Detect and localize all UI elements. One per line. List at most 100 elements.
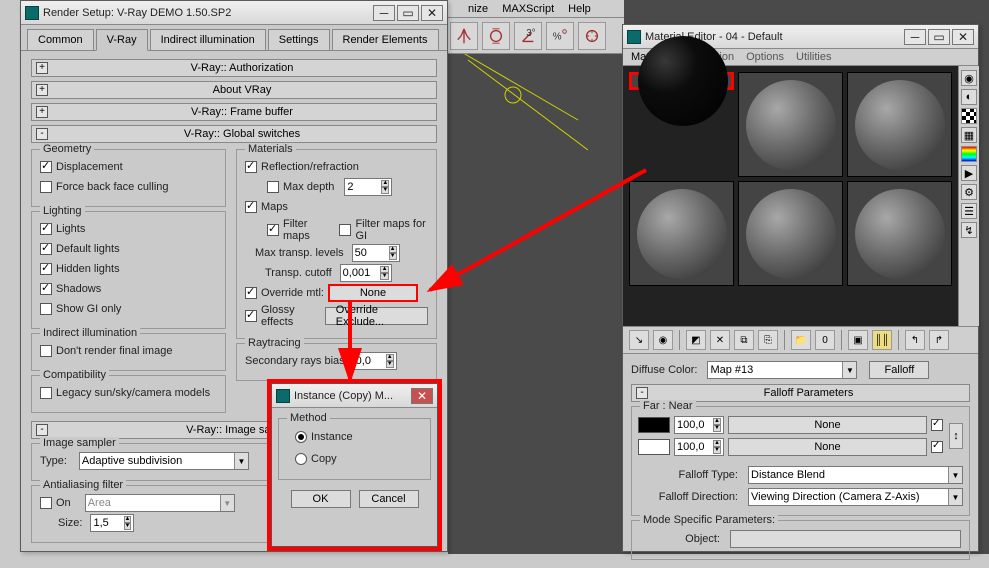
make-unique-icon[interactable]: ⎘ [758,330,778,350]
get-material-icon[interactable]: ↘ [629,330,649,350]
instance-dialog-titlebar[interactable]: Instance (Copy) M... ✕ [272,384,437,408]
put-material-icon[interactable]: ◉ [653,330,673,350]
maps-checkbox[interactable] [245,201,257,213]
lights-checkbox[interactable] [40,223,52,235]
material-slot-4[interactable] [629,181,734,286]
default-lights-checkbox[interactable] [40,243,52,255]
toolbar-align-icon[interactable] [482,22,510,50]
shadows-checkbox[interactable] [40,283,52,295]
displacement-checkbox[interactable] [40,161,52,173]
max-depth-spinner[interactable]: ▲▼ [344,178,392,196]
toolbar-spinner-icon[interactable] [578,22,606,50]
close-button[interactable]: ✕ [952,29,974,45]
near-map-checkbox[interactable] [931,441,943,453]
max-depth-checkbox[interactable] [267,181,279,193]
material-slot-1[interactable] [629,72,734,90]
menu-utilities[interactable]: Utilities [796,51,831,63]
backlight-icon[interactable]: ◐ [961,89,977,105]
filter-maps-checkbox[interactable] [267,224,279,236]
put-library-icon[interactable]: 📁 [791,330,811,350]
options-icon[interactable]: ⚙ [961,184,977,200]
far-map-button[interactable]: None [728,416,927,434]
far-map-checkbox[interactable] [931,419,943,431]
legacy-checkbox[interactable] [40,387,52,399]
sampler-type-select[interactable]: Adaptive subdivision▼ [79,452,249,470]
override-mtl-checkbox[interactable] [245,287,257,299]
make-copy-icon[interactable]: ⧉ [734,330,754,350]
toolbar-angle-icon[interactable]: 3° [514,22,542,50]
falloff-direction-select[interactable]: Viewing Direction (Camera Z-Axis)▼ [748,488,963,506]
close-button[interactable]: ✕ [421,5,443,21]
rollout-about[interactable]: +About VRay [31,81,437,99]
toolbar-mirror-icon[interactable] [450,22,478,50]
menu-maxscript[interactable]: MAXScript [502,3,554,15]
instance-radio[interactable] [295,431,307,443]
assign-selection-icon[interactable]: ◩ [686,330,706,350]
map-name-select[interactable]: Map #13▼ [707,361,857,379]
minimize-button[interactable]: ─ [904,29,926,45]
material-slot-6[interactable] [847,181,952,286]
make-preview-icon[interactable]: ▶ [961,165,977,181]
tab-common[interactable]: Common [27,29,94,50]
sample-type-icon[interactable]: ◉ [961,70,977,86]
falloff-type-select[interactable]: Distance Blend▼ [748,466,963,484]
close-button[interactable]: ✕ [411,388,433,404]
copy-radio[interactable] [295,453,307,465]
maximize-button[interactable]: ▭ [928,29,950,45]
go-forward-icon[interactable]: ↱ [929,330,949,350]
filter-maps-gi-checkbox[interactable] [339,224,351,236]
max-transp-spinner[interactable]: ▲▼ [352,244,400,262]
maximize-button[interactable]: ▭ [397,5,419,21]
tab-render-elements[interactable]: Render Elements [332,29,439,50]
near-map-button[interactable]: None [728,438,927,456]
minimize-button[interactable]: ─ [373,5,395,21]
svg-text:%: % [553,31,562,42]
menu-help[interactable]: Help [568,3,591,15]
tab-indirect[interactable]: Indirect illumination [150,29,266,50]
map-type-button[interactable]: Falloff [869,361,929,379]
reset-map-icon[interactable]: ✕ [710,330,730,350]
material-map-nav-icon[interactable]: ↯ [961,222,977,238]
material-slot-5[interactable] [738,181,843,286]
show-gi-only-checkbox[interactable] [40,303,52,315]
cancel-button[interactable]: Cancel [359,490,419,508]
color-swatch-near[interactable] [638,439,670,455]
swap-colors-icon[interactable]: ↕ [949,423,963,449]
video-color-icon[interactable] [961,146,977,162]
near-amount-spinner[interactable]: ▲▼ [674,438,724,456]
reflection-checkbox[interactable] [245,161,257,173]
force-back-face-checkbox[interactable] [40,181,52,193]
object-pick-button[interactable] [730,530,961,548]
glossy-effects-checkbox[interactable] [245,310,257,322]
go-parent-icon[interactable]: ↰ [905,330,925,350]
material-slot-2[interactable] [738,72,843,177]
rollout-authorization[interactable]: +V-Ray:: Authorization [31,59,437,77]
aa-method-select: Area▼ [85,494,235,512]
aa-on-checkbox[interactable] [40,497,52,509]
menu-unknown[interactable]: nize [468,3,488,15]
rollout-framebuffer[interactable]: +V-Ray:: Frame buffer [31,103,437,121]
override-exclude-button[interactable]: Override Exclude... [325,307,428,325]
show-map-icon[interactable]: ▣ [848,330,868,350]
select-by-material-icon[interactable]: ☰ [961,203,977,219]
hidden-lights-checkbox[interactable] [40,263,52,275]
far-amount-spinner[interactable]: ▲▼ [674,416,724,434]
dont-render-final-checkbox[interactable] [40,345,52,357]
ok-button[interactable]: OK [291,490,351,508]
show-end-result-icon[interactable]: ║║ [872,330,892,350]
aa-size-spinner[interactable]: ▲▼ [90,514,134,532]
background-icon[interactable] [961,108,977,124]
render-setup-titlebar[interactable]: Render Setup: V-Ray DEMO 1.50.SP2 ─ ▭ ✕ [21,1,447,25]
toolbar-percent-icon[interactable]: % [546,22,574,50]
override-mtl-button[interactable]: None [328,284,418,302]
color-swatch-far[interactable] [638,417,670,433]
material-id-icon[interactable]: 0 [815,330,835,350]
sample-uv-icon[interactable]: ▦ [961,127,977,143]
tab-settings[interactable]: Settings [268,29,330,50]
secondary-bias-spinner[interactable]: ▲▼ [353,352,397,370]
menu-options[interactable]: Options [746,51,784,63]
transp-cutoff-spinner[interactable]: ▲▼ [340,264,392,282]
material-slot-3[interactable] [847,72,952,177]
rollout-global-switches[interactable]: -V-Ray:: Global switches [31,125,437,143]
tab-vray[interactable]: V-Ray [96,29,148,51]
